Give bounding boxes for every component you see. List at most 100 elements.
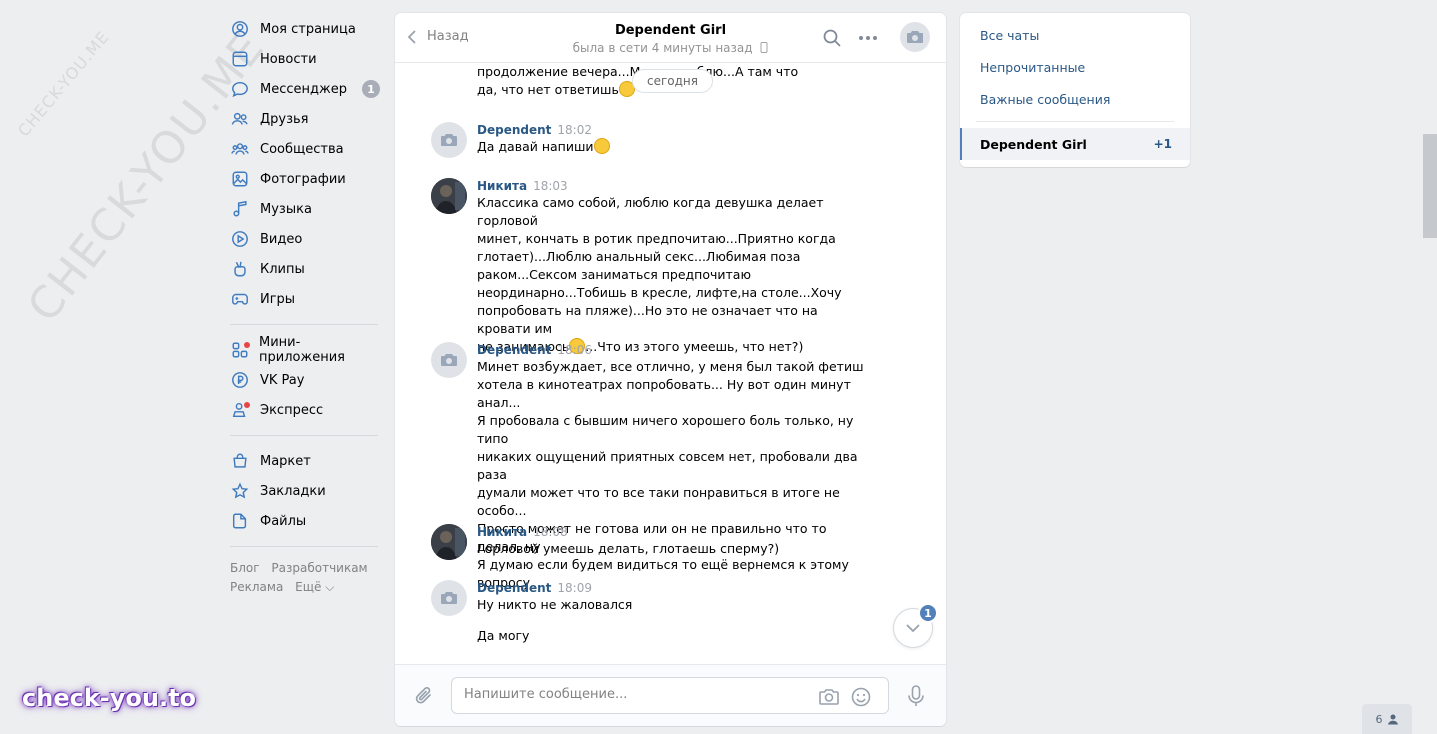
nav-label: Маркет <box>260 453 311 469</box>
unread-badge: 1 <box>918 603 938 623</box>
camera-icon <box>441 134 457 146</box>
nav-label: Клипы <box>260 261 305 277</box>
notification-dot <box>244 342 250 348</box>
mobile-icon <box>760 42 768 53</box>
composer <box>395 664 946 726</box>
nav-item-photos[interactable]: Фотографии <box>228 164 380 194</box>
footer-link-developers[interactable]: Разработчикам <box>271 561 367 575</box>
nav-label: VK Pay <box>260 372 305 388</box>
message-item: Никита 18:03 Классика само собой, люблю к… <box>431 178 871 356</box>
chat-header: Назад Dependent Girl была в сети 4 минут… <box>395 13 946 63</box>
nav-item-messenger[interactable]: Мессенджер 1 <box>228 74 380 104</box>
last-seen-text: была в сети 4 минуты назад <box>572 41 753 55</box>
nav-label: Закладки <box>260 483 326 499</box>
nav-item-communities[interactable]: Сообщества <box>228 134 380 164</box>
message-author[interactable]: Dependent <box>477 343 551 357</box>
nav-item-files[interactable]: Файлы <box>228 506 380 536</box>
avatar[interactable] <box>431 524 467 560</box>
message-author[interactable]: Никита <box>477 525 527 539</box>
microphone-icon[interactable] <box>905 684 927 708</box>
video-icon <box>230 229 250 249</box>
message-item: Dependent 18:02 Да давай напиши <box>431 122 871 158</box>
message-author[interactable]: Никита <box>477 179 527 193</box>
left-nav: Моя страница Новости Мессенджер 1 Друзья… <box>228 14 380 597</box>
camera-icon <box>441 354 457 366</box>
nav-label: Музыка <box>260 201 312 217</box>
nav-item-clips[interactable]: Клипы <box>228 254 380 284</box>
footer-link-ads[interactable]: Реклама <box>230 580 283 594</box>
photo-icon <box>230 169 250 189</box>
message-item: Никита 18:08 Горловой умеешь делать, глот… <box>431 524 871 560</box>
avatar[interactable] <box>431 580 467 616</box>
user-icon <box>230 19 250 39</box>
message-text: Горловой умеешь делать, глотаешь сперму?… <box>477 541 780 556</box>
emoji-icon[interactable] <box>850 686 872 708</box>
filter-all-chats[interactable]: Все чаты <box>960 19 1190 51</box>
camera-icon <box>441 592 457 604</box>
nav-item-friends[interactable]: Друзья <box>228 104 380 134</box>
message-input[interactable] <box>464 687 804 702</box>
nav-item-market[interactable]: Маркет <box>228 446 380 476</box>
nav-label: Экспресс <box>260 402 324 418</box>
avatar[interactable] <box>431 122 467 158</box>
nav-divider <box>230 324 378 325</box>
message-time: 18:02 <box>557 123 592 137</box>
message-text: Да могу <box>477 628 530 643</box>
nav-item-news[interactable]: Новости <box>228 44 380 74</box>
panel-divider <box>976 121 1174 122</box>
more-icon[interactable] <box>857 27 879 49</box>
nav-label: Мини-приложения <box>259 335 345 365</box>
page-scrollbar[interactable] <box>1423 134 1437 238</box>
message-time: 18:06 <box>557 343 592 357</box>
communities-icon <box>230 139 250 159</box>
avatar[interactable] <box>431 178 467 214</box>
user-photo-icon <box>431 178 467 214</box>
active-chat-item[interactable]: Dependent Girl +1 <box>960 128 1190 160</box>
music-icon <box>230 199 250 219</box>
filter-unread[interactable]: Непрочитанные <box>960 51 1190 83</box>
filter-important[interactable]: Важные сообщения <box>960 83 1190 115</box>
chevron-down-icon <box>906 624 920 632</box>
watermark-logo: check-you.to <box>22 684 197 712</box>
message-author[interactable]: Dependent <box>477 123 551 137</box>
nav-label: Фотографии <box>260 171 346 187</box>
message-author[interactable]: Dependent <box>477 581 551 595</box>
nav-divider <box>230 435 378 436</box>
nav-item-bookmarks[interactable]: Закладки <box>228 476 380 506</box>
flushed-emoji-icon <box>593 138 610 154</box>
avatar[interactable] <box>431 342 467 378</box>
nav-label: Игры <box>260 291 296 307</box>
message-item: Dependent 18:09 Ну никто не жаловался Да … <box>431 580 871 645</box>
nav-item-video[interactable]: Видео <box>228 224 380 254</box>
nav-item-express[interactable]: Экспресс <box>228 395 380 425</box>
nav-divider <box>230 546 378 547</box>
chat-avatar[interactable] <box>900 22 930 52</box>
paperclip-icon[interactable] <box>413 685 435 707</box>
nav-label: Файлы <box>260 513 307 529</box>
message-input-box[interactable] <box>451 677 889 714</box>
notification-dot <box>244 402 250 408</box>
nav-item-my-page[interactable]: Моя страница <box>228 14 380 44</box>
nav-item-games[interactable]: Игры <box>228 284 380 314</box>
nav-item-music[interactable]: Музыка <box>228 194 380 224</box>
user-icon <box>1387 714 1398 725</box>
nav-label: Моя страница <box>260 21 356 37</box>
active-chat-count: +1 <box>1153 137 1172 151</box>
clips-icon <box>230 259 250 279</box>
games-icon <box>230 289 250 309</box>
message-text: Ну никто не жаловался <box>477 597 633 612</box>
search-icon[interactable] <box>821 27 843 49</box>
nav-item-vk-pay[interactable]: VK Pay <box>228 365 380 395</box>
scroll-down-button[interactable]: 1 <box>893 603 938 648</box>
message-icon <box>230 79 250 99</box>
chat-window: Назад Dependent Girl была в сети 4 минут… <box>395 13 946 726</box>
nav-item-mini-apps[interactable]: Мини-приложения <box>228 335 380 365</box>
message-text: Классика само собой, люблю когда девушка… <box>477 195 842 354</box>
footer-link-blog[interactable]: Блог <box>230 561 260 575</box>
footer-link-more[interactable]: Ещё ⌵ <box>295 580 334 594</box>
date-divider: сегодня <box>632 69 713 93</box>
nav-label: Сообщества <box>260 141 344 157</box>
online-friends-button[interactable]: 6 <box>1362 704 1412 734</box>
camera-icon[interactable] <box>818 686 840 708</box>
message-time: 18:03 <box>533 179 568 193</box>
